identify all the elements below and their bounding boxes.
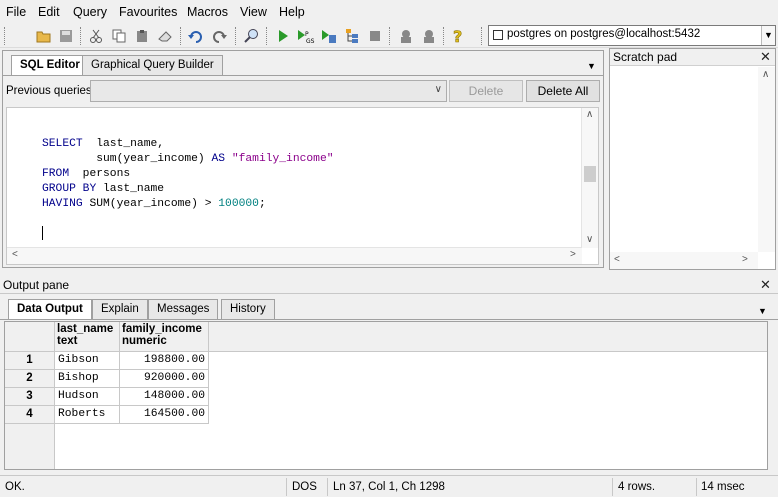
connection-select[interactable]: postgres on postgres@localhost:5432 ▼ xyxy=(488,25,776,46)
help-icon[interactable]: ? xyxy=(449,26,469,46)
data-output-grid[interactable]: last_name text family_income numeric 1 Gib… xyxy=(4,321,768,470)
tab-sql-editor[interactable]: SQL Editor xyxy=(11,55,89,76)
cut-icon[interactable] xyxy=(86,26,106,46)
scroll-left-icon: < xyxy=(614,254,620,265)
rollback-icon[interactable] xyxy=(419,26,439,46)
status-row-count: 4 rows. xyxy=(618,481,656,493)
redo-icon[interactable] xyxy=(209,26,229,46)
chevron-down-icon: ∨ xyxy=(434,84,442,95)
find-icon[interactable] xyxy=(242,26,262,46)
code-line-4: GROUP BY last_name xyxy=(42,183,165,195)
output-pane-title: Output pane xyxy=(3,278,70,292)
close-icon[interactable]: ✕ xyxy=(760,49,771,65)
scratch-pad-title: Scratch pad xyxy=(610,49,775,66)
execute-icon[interactable] xyxy=(273,26,293,46)
toolbar-grip xyxy=(4,27,5,45)
tab-menu-arrow-icon[interactable]: ▼ xyxy=(587,61,596,71)
tab-menu-arrow-icon[interactable]: ▼ xyxy=(758,306,767,316)
code-line-1: SELECT last_name, xyxy=(42,138,165,150)
previous-queries-select[interactable]: ∨ xyxy=(90,80,447,102)
scroll-right-icon: > xyxy=(742,254,748,265)
table-cell[interactable]: 148000.00 xyxy=(120,388,209,406)
menu-view[interactable]: View xyxy=(240,5,267,19)
menu-macros[interactable]: Macros xyxy=(187,5,228,19)
status-bar: OK. DOS Ln 37, Col 1, Ch 1298 4 rows. 14… xyxy=(0,475,778,497)
tab-data-output[interactable]: Data Output xyxy=(8,299,92,320)
execute-to-file-icon[interactable] xyxy=(319,26,339,46)
save-icon[interactable] xyxy=(56,26,76,46)
tab-history[interactable]: History xyxy=(221,299,275,319)
menu-help[interactable]: Help xyxy=(279,5,305,19)
table-cell[interactable]: Hudson xyxy=(55,388,120,406)
scroll-right-icon: > xyxy=(570,249,576,260)
row-number[interactable]: 2 xyxy=(5,370,55,388)
status-cursor-position: Ln 37, Col 1, Ch 1298 xyxy=(333,481,445,493)
menu-edit[interactable]: Edit xyxy=(38,5,60,19)
eraser-icon[interactable] xyxy=(155,26,175,46)
undo-icon[interactable] xyxy=(186,26,206,46)
scratch-horizontal-scrollbar[interactable]: < > xyxy=(610,252,758,269)
open-folder-icon[interactable] xyxy=(34,26,54,46)
table-cell[interactable]: Bishop xyxy=(55,370,120,388)
editor-vertical-scrollbar[interactable]: ∧ ∨ xyxy=(581,108,598,248)
table-cell[interactable]: 198800.00 xyxy=(120,352,209,370)
status-exec-time: 14 msec xyxy=(701,481,745,493)
execute-pgscript-icon[interactable]: P GS xyxy=(296,26,316,46)
code-line-2: sum(year_income) AS "family_income" xyxy=(42,153,334,165)
menu-file[interactable]: File xyxy=(6,5,26,19)
table-cell[interactable]: 164500.00 xyxy=(120,406,209,424)
scroll-up-icon: ∧ xyxy=(762,69,770,80)
table-cell[interactable]: Gibson xyxy=(55,352,120,370)
svg-text:P: P xyxy=(305,31,309,38)
connection-checkbox[interactable] xyxy=(493,30,503,40)
close-icon[interactable]: ✕ xyxy=(760,277,771,293)
svg-text:GS: GS xyxy=(306,38,315,44)
explain-icon[interactable] xyxy=(342,26,362,46)
sql-code: SELECT last_name, sum(year_income) AS "f… xyxy=(42,137,334,212)
copy-icon[interactable] xyxy=(109,26,129,46)
scroll-left-icon: < xyxy=(12,249,18,260)
delete-button[interactable]: Delete xyxy=(449,80,523,102)
menu-favourites[interactable]: Favourites xyxy=(119,5,177,19)
tab-graphical-query-builder[interactable]: Graphical Query Builder xyxy=(82,55,223,75)
menu-query[interactable]: Query xyxy=(73,5,107,19)
column-header-last-name[interactable]: last_name text xyxy=(55,322,120,352)
row-number[interactable]: 3 xyxy=(5,388,55,406)
grid-corner[interactable] xyxy=(5,322,55,352)
status-message: OK. xyxy=(5,481,25,493)
table-cell[interactable]: 920000.00 xyxy=(120,370,209,388)
commit-icon[interactable] xyxy=(396,26,416,46)
delete-all-button[interactable]: Delete All xyxy=(526,80,600,102)
table-cell[interactable]: Roberts xyxy=(55,406,120,424)
editor-horizontal-scrollbar[interactable]: < > xyxy=(7,247,582,264)
tab-messages[interactable]: Messages xyxy=(148,299,219,319)
svg-text:?: ? xyxy=(453,27,462,45)
text-caret xyxy=(42,226,43,240)
cancel-query-icon[interactable] xyxy=(365,26,385,46)
scroll-thumb[interactable] xyxy=(584,166,596,182)
code-line-3: FROM persons xyxy=(42,168,131,180)
row-number[interactable]: 4 xyxy=(5,406,55,424)
paste-icon[interactable] xyxy=(132,26,152,46)
code-line-5: HAVING SUM(year_income) > 100000; xyxy=(42,198,266,210)
previous-queries-label: Previous queries xyxy=(6,85,92,97)
column-header-family-income[interactable]: family_income numeric xyxy=(120,322,209,352)
chevron-down-icon[interactable]: ▼ xyxy=(761,26,775,45)
tab-explain[interactable]: Explain xyxy=(92,299,148,319)
sql-editor-panel: SQL Editor Graphical Query Builder ▼ Pre… xyxy=(2,50,604,268)
scroll-down-icon: ∨ xyxy=(586,234,594,245)
scroll-up-icon: ∧ xyxy=(586,109,594,120)
status-encoding: DOS xyxy=(292,481,317,493)
menu-bar: File Edit Query Favourites Macros View H… xyxy=(0,0,778,24)
sql-editor[interactable]: SELECT last_name, sum(year_income) AS "f… xyxy=(6,107,599,265)
scratch-vertical-scrollbar[interactable]: ∧ xyxy=(758,67,775,252)
connection-label: postgres on postgres@localhost:5432 xyxy=(507,28,701,40)
row-number[interactable]: 1 xyxy=(5,352,55,370)
scratch-pad-textarea[interactable] xyxy=(612,69,760,249)
scratch-pad-panel: Scratch pad ✕ ∧ < > xyxy=(609,48,776,270)
